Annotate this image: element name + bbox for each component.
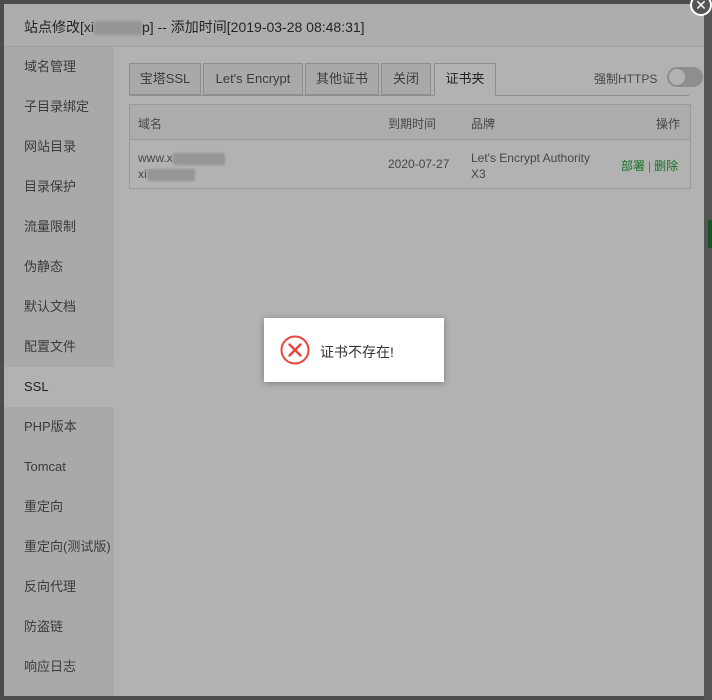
error-message: 证书不存在! xyxy=(264,318,444,382)
error-circle-icon xyxy=(280,335,310,365)
error-message-text: 证书不存在! xyxy=(320,344,394,360)
